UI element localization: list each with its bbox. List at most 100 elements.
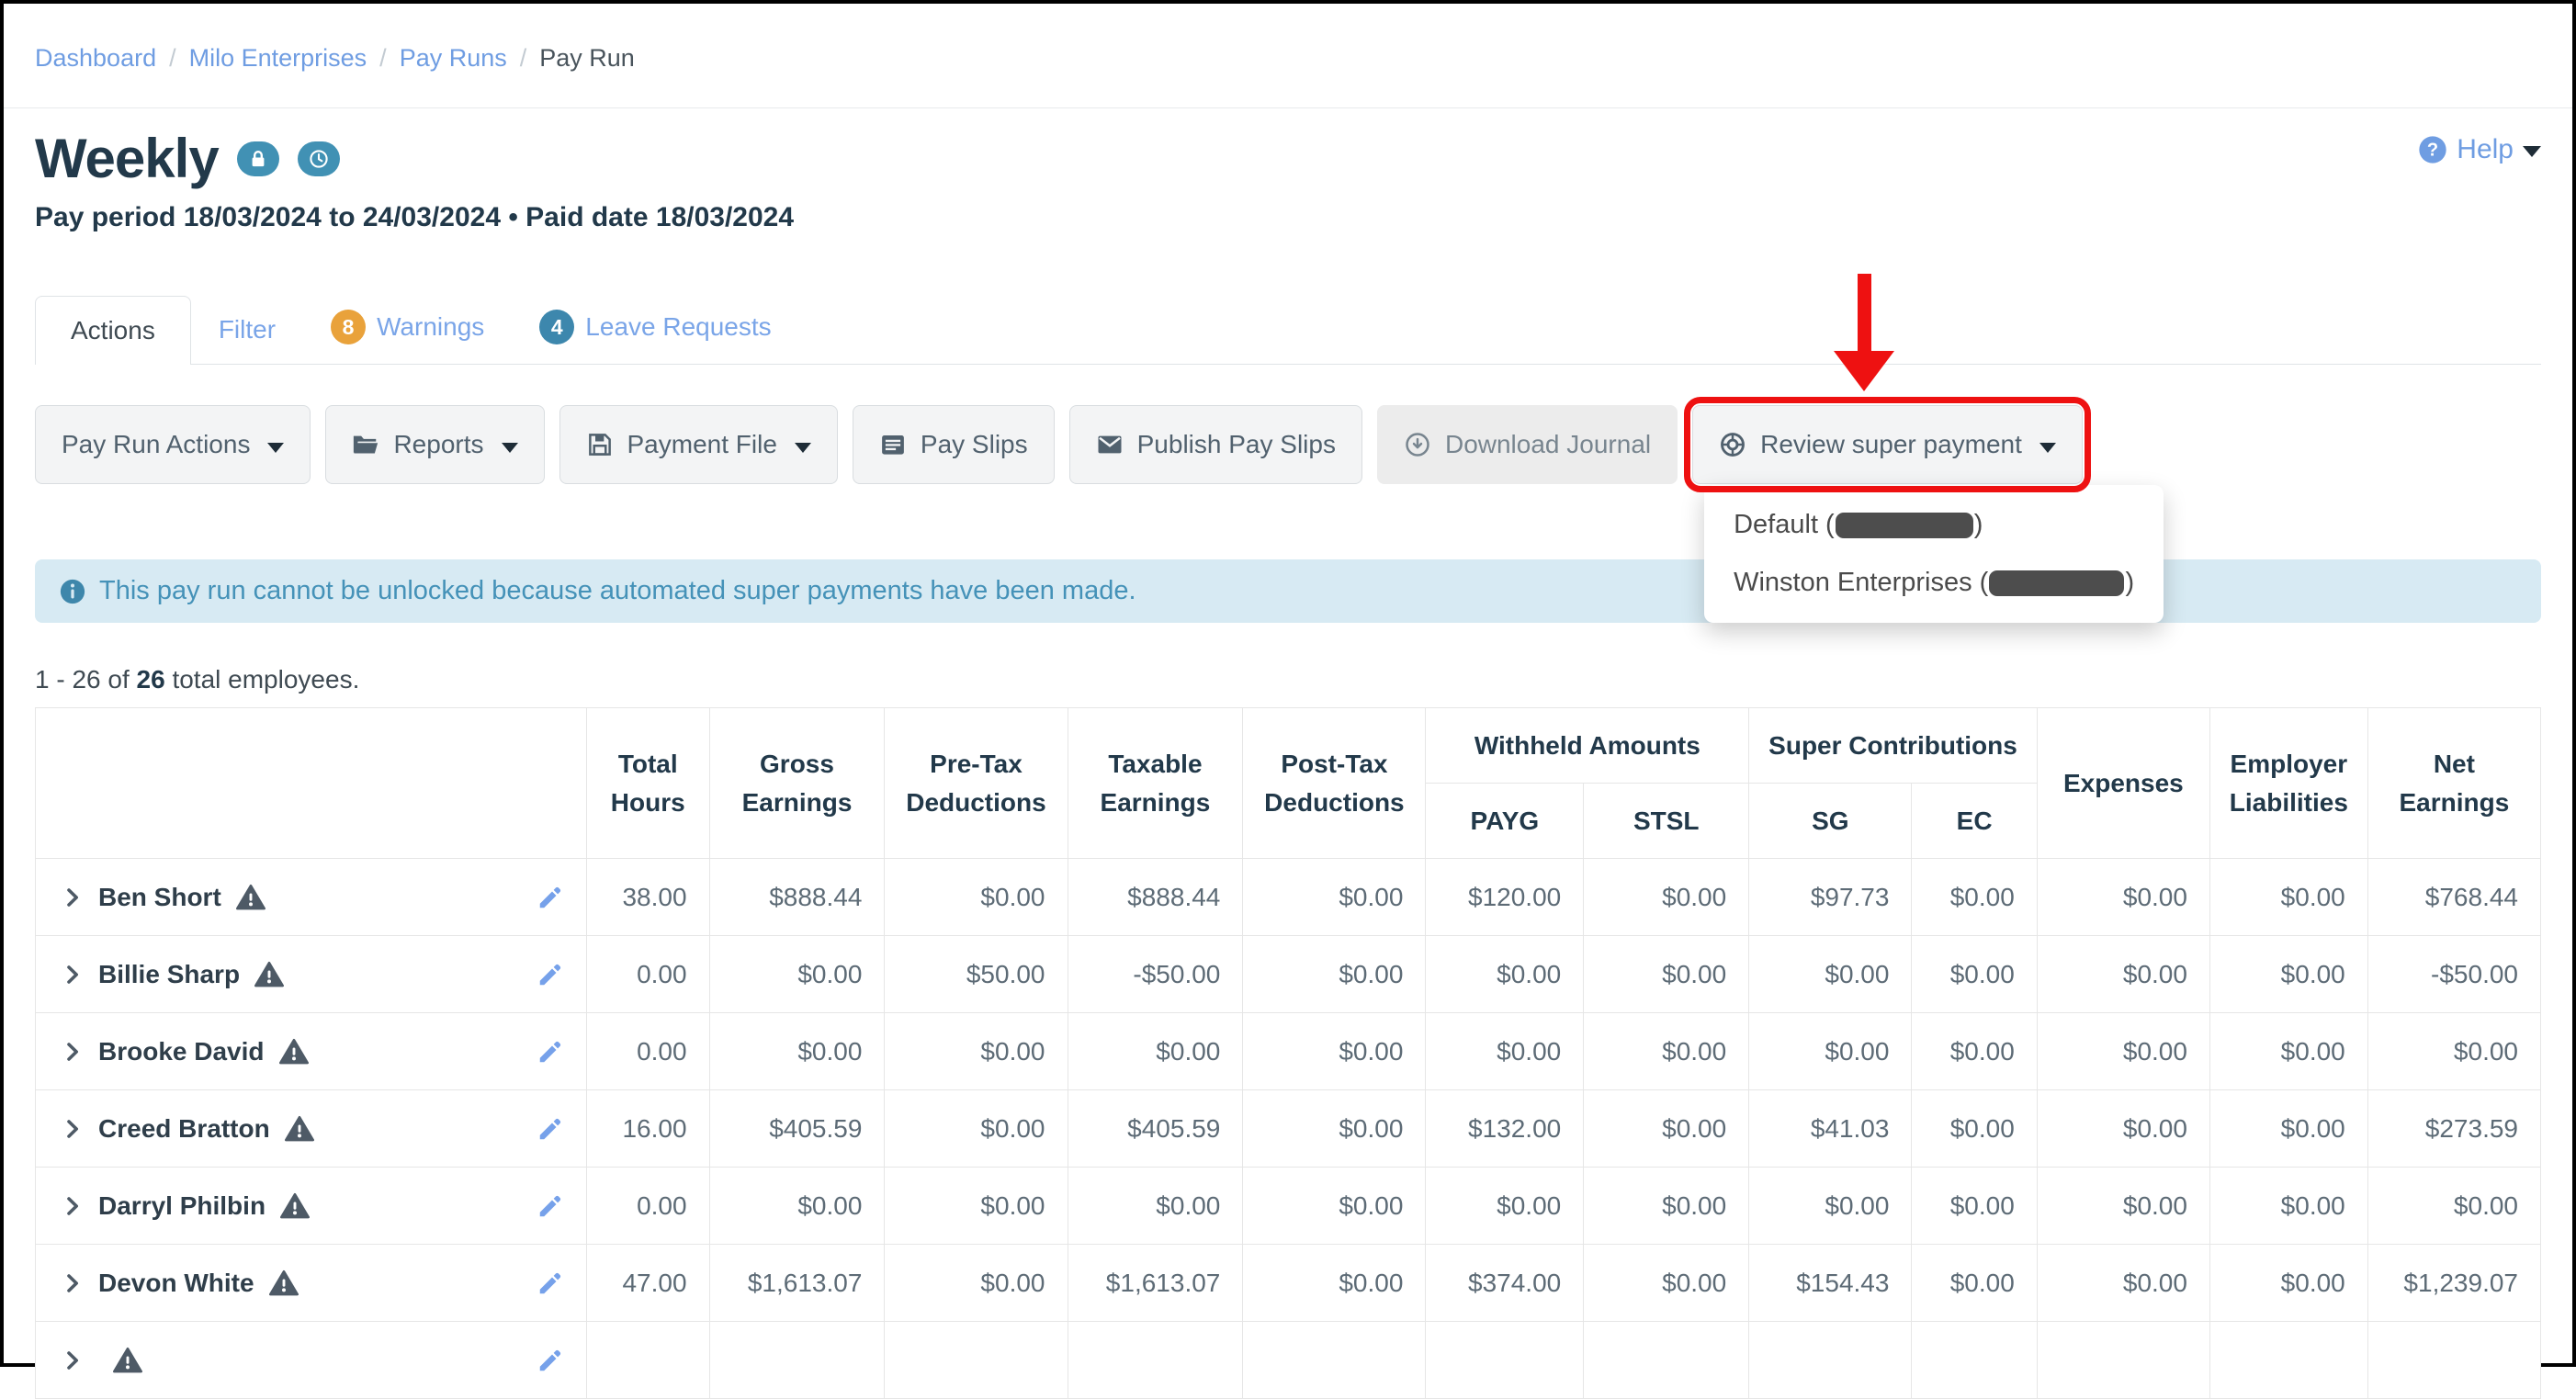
edit-pencil-icon[interactable] (537, 961, 564, 988)
employee-name: Creed Bratton (98, 1114, 270, 1144)
download-journal-button[interactable]: Download Journal (1377, 405, 1678, 484)
table-cell: $0.00 (2037, 1013, 2209, 1090)
table-cell: $0.00 (1426, 936, 1584, 1013)
table-cell (1068, 1322, 1243, 1399)
table-cell (1426, 1322, 1584, 1399)
employee-name-cell[interactable]: Creed Bratton (36, 1090, 587, 1168)
review-super-payment-button[interactable]: Review super payment Default ( ) Winston… (1692, 405, 2083, 484)
breadcrumb-separator: / (169, 44, 176, 73)
employee-name-cell[interactable]: Darryl Philbin (36, 1168, 587, 1245)
breadcrumb-pay-runs[interactable]: Pay Runs (400, 44, 507, 73)
table-cell (1749, 1322, 1912, 1399)
envelope-icon (1096, 431, 1124, 458)
chevron-right-icon[interactable] (62, 1195, 84, 1217)
tab-bar: Actions Filter 8 Warnings 4 Leave Reques… (35, 290, 2541, 365)
pay-run-actions-button[interactable]: Pay Run Actions (35, 405, 311, 484)
breadcrumb-current: Pay Run (539, 44, 635, 73)
chevron-down-icon (267, 443, 284, 453)
leave-requests-count-badge: 4 (539, 310, 574, 344)
edit-pencil-icon[interactable] (537, 1347, 564, 1374)
breadcrumb-dashboard[interactable]: Dashboard (35, 44, 156, 73)
table-row: Creed Bratton 16.00 $405.59 $0.00 $405.5… (36, 1090, 2541, 1168)
chevron-right-icon[interactable] (62, 964, 84, 986)
reports-button[interactable]: Reports (325, 405, 544, 484)
tab-leave-requests[interactable]: 4 Leave Requests (512, 290, 798, 364)
table-cell: $0.00 (2209, 1013, 2367, 1090)
chevron-down-icon (502, 443, 518, 453)
edit-pencil-icon[interactable] (537, 1192, 564, 1220)
redacted-text (1836, 513, 1973, 538)
table-cell: 0.00 (586, 936, 709, 1013)
chevron-right-icon[interactable] (62, 1041, 84, 1063)
employee-name: Darryl Philbin (98, 1191, 266, 1221)
employee-name-cell[interactable]: Billie Sharp (36, 936, 587, 1013)
chevron-right-icon[interactable] (62, 886, 84, 908)
table-cell: $374.00 (1426, 1245, 1584, 1322)
table-cell: $0.00 (1068, 1168, 1243, 1245)
table-cell: $0.00 (1749, 1168, 1912, 1245)
employee-name-cell[interactable]: Devon White (36, 1245, 587, 1322)
table-cell (2367, 1322, 2540, 1399)
header-gross-earnings: Gross Earnings (709, 708, 885, 859)
pay-slips-button[interactable]: Pay Slips (853, 405, 1055, 484)
table-cell: $405.59 (709, 1090, 885, 1168)
breadcrumb-business[interactable]: Milo Enterprises (189, 44, 367, 73)
tab-filter[interactable]: Filter (191, 296, 303, 364)
header-employee (36, 708, 587, 859)
download-journal-label: Download Journal (1445, 430, 1651, 459)
table-cell: $0.00 (2037, 1168, 2209, 1245)
table-cell: 16.00 (586, 1090, 709, 1168)
header-group-withheld-amounts: Withheld Amounts (1426, 708, 1749, 784)
table-cell: $0.00 (1912, 936, 2037, 1013)
employee-name-cell[interactable] (36, 1322, 587, 1399)
warnings-count-badge: 8 (331, 310, 366, 344)
table-cell: $0.00 (1243, 1090, 1426, 1168)
chevron-right-icon[interactable] (62, 1118, 84, 1140)
table-cell: $0.00 (2037, 1090, 2209, 1168)
edit-pencil-icon[interactable] (537, 884, 564, 911)
tab-actions[interactable]: Actions (35, 296, 191, 365)
table-cell: $0.00 (1584, 859, 1749, 936)
dropdown-item-default[interactable]: Default ( ) (1704, 496, 2164, 554)
chevron-right-icon[interactable] (62, 1272, 84, 1294)
table-cell (2209, 1322, 2367, 1399)
tab-warnings[interactable]: 8 Warnings (303, 290, 512, 364)
table-cell: $0.00 (1243, 859, 1426, 936)
table-cell: $0.00 (885, 859, 1068, 936)
edit-pencil-icon[interactable] (537, 1038, 564, 1066)
payment-file-label: Payment File (627, 430, 777, 459)
dropdown-item-winston-enterprises[interactable]: Winston Enterprises ( ) (1704, 554, 2164, 612)
summary-prefix: 1 - 26 of (35, 665, 130, 694)
employee-name-cell[interactable]: Brooke David (36, 1013, 587, 1090)
publish-pay-slips-button[interactable]: Publish Pay Slips (1069, 405, 1362, 484)
table-cell (885, 1322, 1068, 1399)
pay-run-actions-label: Pay Run Actions (62, 430, 250, 459)
employee-name: Devon White (98, 1269, 254, 1298)
table-cell: $0.00 (1584, 1245, 1749, 1322)
table-cell: $0.00 (1749, 1013, 1912, 1090)
pay-run-page: Dashboard / Milo Enterprises / Pay Runs … (4, 4, 2572, 73)
table-cell: $0.00 (2037, 1245, 2209, 1322)
table-cell: $50.00 (885, 936, 1068, 1013)
employee-name: Ben Short (98, 883, 221, 912)
help-menu[interactable]: ? Help (2418, 134, 2541, 165)
review-super-payment-label: Review super payment (1760, 430, 2022, 459)
breadcrumb: Dashboard / Milo Enterprises / Pay Runs … (35, 4, 2541, 73)
reports-label: Reports (393, 430, 483, 459)
table-cell: $0.00 (885, 1168, 1068, 1245)
question-circle-icon: ? (2418, 135, 2447, 164)
header-expenses: Expenses (2037, 708, 2209, 859)
employee-name-cell[interactable]: Ben Short (36, 859, 587, 936)
tab-actions-label: Actions (71, 316, 155, 345)
chevron-right-icon[interactable] (62, 1349, 84, 1371)
table-cell: $120.00 (1426, 859, 1584, 936)
warning-triangle-icon (236, 883, 266, 912)
life-ring-icon (1719, 431, 1746, 458)
table-cell: $0.00 (1912, 859, 2037, 936)
table-cell: $0.00 (1912, 1168, 2037, 1245)
edit-pencil-icon[interactable] (537, 1115, 564, 1143)
locked-info-alert: This pay run cannot be unlocked because … (35, 559, 2541, 623)
dropdown-item-label: Winston Enterprises ( (1734, 568, 1988, 598)
edit-pencil-icon[interactable] (537, 1269, 564, 1297)
payment-file-button[interactable]: Payment File (559, 405, 838, 484)
